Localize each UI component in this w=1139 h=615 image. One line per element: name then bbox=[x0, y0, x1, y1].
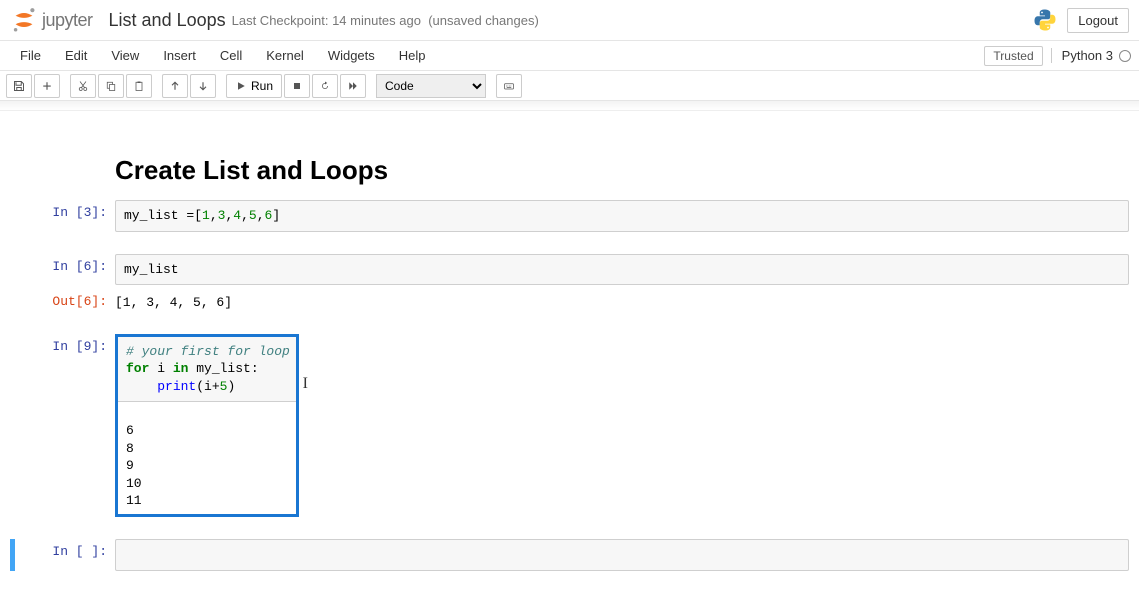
trusted-badge[interactable]: Trusted bbox=[984, 46, 1042, 66]
code-cell-3[interactable]: In [9]: # your first for loop for i in m… bbox=[10, 334, 1129, 517]
in-prompt: In [ ]: bbox=[15, 539, 115, 571]
markdown-cell[interactable]: Create List and Loops bbox=[10, 135, 1129, 196]
menu-widgets[interactable]: Widgets bbox=[316, 42, 387, 69]
notebook-area: Create List and Loops In [3]: my_list =[… bbox=[0, 111, 1139, 615]
checkpoint-text: Last Checkpoint: 14 minutes ago (unsaved… bbox=[232, 13, 539, 28]
toolbar: Run Code bbox=[0, 71, 1139, 101]
kernel-indicator[interactable]: Python 3 bbox=[1051, 48, 1131, 63]
run-button[interactable]: Run bbox=[226, 74, 282, 98]
keyboard-icon bbox=[503, 80, 515, 92]
add-cell-button[interactable] bbox=[34, 74, 60, 98]
code-cell-2[interactable]: In [6]: my_list bbox=[10, 254, 1129, 286]
highlighted-region: # your first for loop for i in my_list: … bbox=[115, 334, 299, 517]
plus-icon bbox=[41, 80, 53, 92]
jupyter-icon bbox=[10, 6, 38, 34]
in-prompt: In [6]: bbox=[10, 254, 115, 286]
logo-text: jupyter bbox=[42, 10, 93, 31]
code-input[interactable]: my_list bbox=[115, 254, 1129, 286]
out-prompt: Out[6]: bbox=[10, 289, 115, 312]
interrupt-button[interactable] bbox=[284, 74, 310, 98]
cut-icon bbox=[77, 80, 89, 92]
prompt-empty bbox=[10, 135, 115, 196]
in-prompt: In [3]: bbox=[10, 200, 115, 232]
code-cell-1[interactable]: In [3]: my_list =[1,3,4,5,6] bbox=[10, 200, 1129, 232]
menu-edit[interactable]: Edit bbox=[53, 42, 99, 69]
python-icon bbox=[1033, 8, 1057, 32]
arrow-up-icon bbox=[169, 80, 181, 92]
code-input[interactable] bbox=[115, 539, 1129, 571]
jupyter-logo[interactable]: jupyter bbox=[10, 6, 93, 34]
page-title: Create List and Loops bbox=[115, 155, 1129, 186]
save-button[interactable] bbox=[6, 74, 32, 98]
menu-kernel[interactable]: Kernel bbox=[254, 42, 316, 69]
output-text: 6 8 9 10 11 bbox=[118, 420, 296, 514]
restart-run-all-button[interactable] bbox=[340, 74, 366, 98]
menu-cell[interactable]: Cell bbox=[208, 42, 254, 69]
code-input[interactable]: my_list =[1,3,4,5,6] bbox=[115, 200, 1129, 232]
command-palette-button[interactable] bbox=[496, 74, 522, 98]
paste-icon bbox=[133, 80, 145, 92]
menu-help[interactable]: Help bbox=[387, 42, 438, 69]
menubar: File Edit View Insert Cell Kernel Widget… bbox=[0, 41, 1139, 71]
logout-button[interactable]: Logout bbox=[1067, 8, 1129, 33]
header-bar: jupyter List and Loops Last Checkpoint: … bbox=[0, 0, 1139, 41]
fast-forward-icon bbox=[347, 80, 359, 92]
output-text: [1, 3, 4, 5, 6] bbox=[115, 289, 1129, 312]
paste-button[interactable] bbox=[126, 74, 152, 98]
menu-insert[interactable]: Insert bbox=[151, 42, 208, 69]
cut-button[interactable] bbox=[70, 74, 96, 98]
play-icon bbox=[235, 80, 247, 92]
arrow-down-icon bbox=[197, 80, 209, 92]
move-down-button[interactable] bbox=[190, 74, 216, 98]
in-prompt: In [9]: bbox=[10, 334, 115, 517]
output-row: Out[6]: [1, 3, 4, 5, 6] bbox=[10, 289, 1129, 312]
menu-file[interactable]: File bbox=[8, 42, 53, 69]
menu-view[interactable]: View bbox=[99, 42, 151, 69]
notebook-title[interactable]: List and Loops bbox=[109, 10, 226, 31]
save-icon bbox=[13, 80, 25, 92]
copy-button[interactable] bbox=[98, 74, 124, 98]
kernel-status-icon bbox=[1119, 50, 1131, 62]
move-up-button[interactable] bbox=[162, 74, 188, 98]
toolbar-shadow bbox=[0, 101, 1139, 111]
copy-icon bbox=[105, 80, 117, 92]
code-input[interactable]: # your first for loop for i in my_list: … bbox=[118, 337, 296, 403]
cell-type-select[interactable]: Code bbox=[376, 74, 486, 98]
restart-button[interactable] bbox=[312, 74, 338, 98]
restart-icon bbox=[319, 80, 331, 92]
stop-icon bbox=[291, 80, 303, 92]
code-cell-4-selected[interactable]: In [ ]: bbox=[10, 539, 1129, 571]
